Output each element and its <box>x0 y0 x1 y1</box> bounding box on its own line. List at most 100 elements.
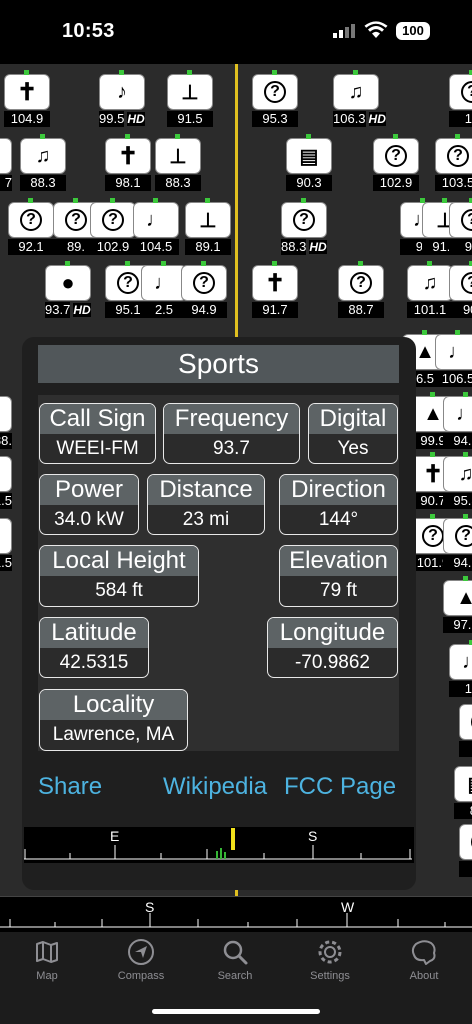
compass-icon <box>128 939 154 965</box>
question-icon: ? <box>459 824 472 860</box>
map-station-marker[interactable]: ♩ 104.5 <box>133 198 179 255</box>
compass-label-south: S <box>308 828 318 844</box>
station-frequency: 103.5 <box>435 175 472 191</box>
station-frequency: 98.1 <box>105 175 151 191</box>
gear-icon <box>318 940 342 964</box>
map-station-marker[interactable]: ▤89 <box>454 766 472 819</box>
map-station-marker[interactable]: ?10 <box>449 70 472 127</box>
question-icon: ? <box>0 456 12 492</box>
station-detail-panel: Sports Call Sign WEEI-FM Frequency 93.7 … <box>22 337 416 890</box>
map-station-marker[interactable]: ?1.5 <box>0 456 12 509</box>
wikipedia-link[interactable]: Wikipedia <box>163 773 267 801</box>
station-frequency: 106.5 <box>435 371 472 387</box>
mic-icon: ♩ <box>449 640 472 680</box>
station-frequency: 104.9 <box>4 111 50 127</box>
map-station-marker[interactable]: ?1 <box>459 704 472 757</box>
map-station-marker[interactable]: ? 95.3 <box>252 70 298 127</box>
map-station-marker[interactable]: ?95 <box>449 198 472 255</box>
map-station-marker[interactable]: ⊥ 88.3 <box>155 134 201 191</box>
latitude-field: Latitude 42.5315 <box>39 617 149 678</box>
station-frequency: 7 <box>0 175 12 191</box>
station-frequency: 95.3 <box>252 111 298 127</box>
station-frequency: 101.1 <box>407 302 453 318</box>
station-info-grid: Call Sign WEEI-FM Frequency 93.7 Digital… <box>38 395 399 751</box>
map-station-marker[interactable]: ♩ 106.5 <box>435 330 472 387</box>
call-sign-value: WEEI-FM <box>56 438 139 459</box>
tab-compass[interactable]: Compass <box>94 938 188 982</box>
news-icon: ▤ <box>454 766 472 802</box>
station-frequency: 88.7 <box>338 302 384 318</box>
map-station-marker[interactable]: ?10 <box>459 824 472 877</box>
station-frequency: 94.1 <box>443 433 472 449</box>
map-station-marker[interactable]: ?7 <box>0 138 12 191</box>
map-station-marker[interactable]: ? 102.9 <box>373 134 419 191</box>
station-frequency: 91.5 <box>167 111 213 127</box>
map-station-marker[interactable]: ♩94.1 <box>443 392 472 449</box>
power-field: Power 34.0 kW <box>39 474 139 535</box>
digital-field: Digital Yes <box>308 403 398 464</box>
map-station-marker[interactable]: ? 88.7 <box>338 261 384 318</box>
power-label: Power <box>40 475 138 505</box>
map-station-marker[interactable]: ✝ 104.9 <box>4 70 50 127</box>
guitar-icon: ♫ <box>333 70 379 110</box>
guitar-icon: ♫ <box>20 134 66 174</box>
hd-badge: HD <box>309 240 327 254</box>
fcc-page-link[interactable]: FCC Page <box>284 773 396 801</box>
map-station-marker[interactable]: ✝ 91.7 <box>252 261 298 318</box>
map-station-marker[interactable]: ?1.5 <box>0 518 12 571</box>
station-frequency: 93.7 <box>45 302 71 318</box>
station-frequency: 88. <box>0 433 12 449</box>
distance-label: Distance <box>148 475 264 505</box>
mic-icon: ♩ <box>133 198 179 238</box>
tab-search[interactable]: Search <box>188 938 282 982</box>
map-station-marker[interactable]: ? 103.5 <box>435 134 472 191</box>
map-station-marker[interactable]: ?88. <box>0 396 12 449</box>
map-station-marker[interactable]: ? 102.9 <box>90 198 136 255</box>
compass-ruler-graphic <box>24 828 412 860</box>
map-station-marker[interactable]: ▲97.9 <box>443 576 472 633</box>
map-station-marker[interactable]: ? 92.1 <box>8 198 54 255</box>
map-station-marker[interactable]: ♫ 101.1 <box>407 261 453 318</box>
battery-indicator: 100 <box>396 22 430 40</box>
map-station-marker[interactable]: ▤ 90.3 <box>286 134 332 191</box>
tab-settings[interactable]: Settings <box>283 938 377 982</box>
question-icon: ? <box>449 198 472 238</box>
station-format-title: Sports <box>38 345 399 383</box>
locality-label: Locality <box>40 690 187 720</box>
map-station-marker[interactable]: ? 88.3 HD <box>281 198 351 256</box>
station-frequency: 89.1 <box>185 239 231 255</box>
map-station-marker[interactable]: ?94.9 <box>181 261 227 318</box>
station-frequency: 88.3 <box>155 175 201 191</box>
station-frequency: 10 <box>459 861 472 877</box>
tab-map[interactable]: Map <box>0 938 94 982</box>
football-icon: ● <box>45 261 91 301</box>
station-frequency: 90.3 <box>286 175 332 191</box>
station-frequency: 10 <box>449 111 472 127</box>
tab-about[interactable]: About <box>377 938 471 982</box>
hat-icon: ▲ <box>443 576 472 616</box>
heading-ruler-graphic <box>0 913 472 928</box>
local-height-value: 584 ft <box>95 580 143 601</box>
tower-icon: ⊥ <box>155 134 201 174</box>
station-frequency: 89 <box>454 803 472 819</box>
frequency-label: Frequency <box>164 404 299 434</box>
question-icon: ? <box>0 518 12 554</box>
question-icon: ? <box>8 198 54 238</box>
violin-icon: ♪ <box>99 70 145 110</box>
map-station-marker[interactable]: ♪ 99.5 HD <box>99 70 169 128</box>
map-station-marker[interactable]: ♫ 88.3 <box>20 134 66 191</box>
map-station-marker[interactable]: ?94.9 <box>443 514 472 571</box>
map-station-marker[interactable]: ✝ 98.1 <box>105 134 151 191</box>
tab-search-label: Search <box>217 970 253 982</box>
map-station-marker[interactable]: ♫95.3 <box>443 452 472 509</box>
map-station-marker[interactable]: ?90. <box>449 261 472 318</box>
map-station-marker[interactable]: ♫ 106.3 HD <box>333 70 403 128</box>
direction-field: Direction 144° <box>279 474 398 535</box>
map-station-marker[interactable]: ♩10 <box>449 640 472 697</box>
map-station-marker[interactable]: ⊥ 91.5 <box>167 70 213 127</box>
share-link[interactable]: Share <box>38 773 102 801</box>
call-sign-label: Call Sign <box>40 404 155 434</box>
map-station-marker[interactable]: ⊥ 89.1 <box>185 198 231 255</box>
guitar-icon: ♫ <box>443 452 472 492</box>
wifi-icon <box>364 21 388 38</box>
